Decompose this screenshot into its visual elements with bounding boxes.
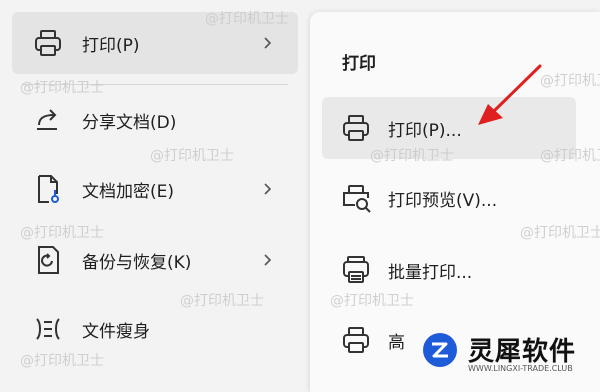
brand-logo: 灵犀软件 WWW.LINGXI-TRADE.CLUB (410, 322, 600, 377)
annotation-arrow-icon (478, 64, 542, 125)
brand-url: WWW.LINGXI-TRADE.CLUB (468, 364, 573, 373)
lingxi-logo-icon (423, 332, 457, 367)
brand-name: 灵犀软件 (468, 337, 577, 367)
